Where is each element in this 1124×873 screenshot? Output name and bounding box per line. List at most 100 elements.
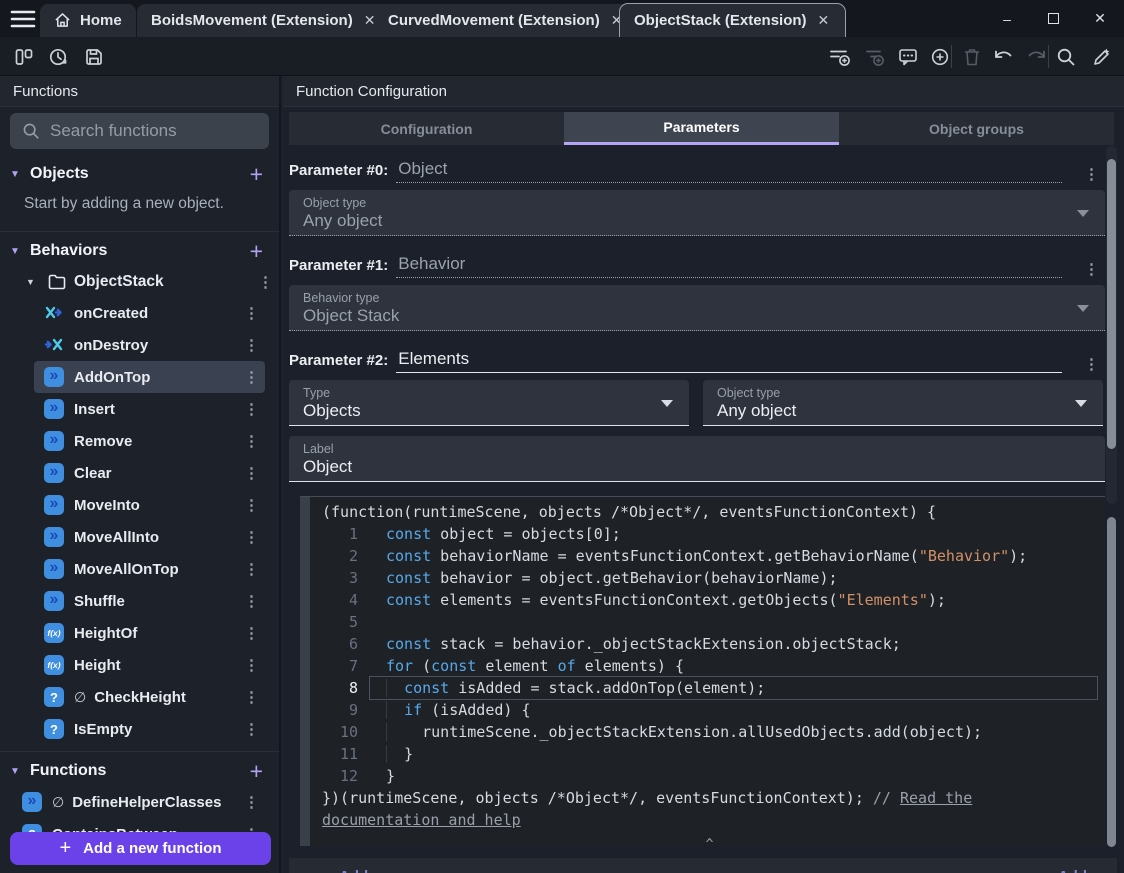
window-minimize-button[interactable]: –: [985, 0, 1029, 37]
collapse-chevron-icon[interactable]: ▼: [10, 169, 30, 180]
item-menu-icon[interactable]: ⋮: [238, 560, 265, 578]
tab-home[interactable]: Home: [40, 4, 136, 37]
main-menu-icon[interactable]: [10, 8, 38, 30]
item-menu-icon[interactable]: ⋮: [238, 336, 265, 354]
add-object-icon[interactable]: +: [246, 163, 267, 186]
tab-configuration[interactable]: Configuration: [289, 112, 564, 145]
add-function-icon[interactable]: +: [246, 760, 267, 783]
item-menu-icon[interactable]: ⋮: [238, 368, 265, 386]
field-label: Label: [303, 442, 334, 456]
code-line-12[interactable]: 12}: [322, 765, 1097, 787]
read-documentation-link[interactable]: documentation and help: [322, 811, 521, 829]
field-type[interactable]: Type Objects: [289, 380, 689, 426]
add-comment-icon[interactable]: [896, 46, 920, 68]
close-tab-icon[interactable]: ✕: [816, 12, 832, 29]
parameter-name-field[interactable]: Elements: [396, 349, 1062, 373]
scrollbar-thumb[interactable]: [1107, 159, 1116, 449]
window-maximize-button[interactable]: [1031, 0, 1075, 37]
code-line-7[interactable]: 7 for (const element of elements) {: [322, 655, 1097, 677]
code-line-9[interactable]: 9 if (isAdded) {: [322, 699, 1097, 721]
extension-edit-icon[interactable]: [1090, 46, 1114, 68]
tab-objectstack[interactable]: ObjectStack (Extension) ✕: [618, 3, 847, 38]
item-menu-icon[interactable]: ⋮: [238, 720, 265, 738]
item-menu-icon[interactable]: ⋮: [252, 273, 279, 291]
titlebar: Home BoidsMovement (Extension) ✕ CurvedM…: [0, 0, 1124, 38]
item-menu-icon[interactable]: ⋮: [238, 464, 265, 482]
sidebar-item-MoveAllOnTop[interactable]: » MoveAllOnTop ⋮: [34, 553, 265, 585]
collapse-chevron-icon[interactable]: ▼: [10, 766, 30, 777]
sidebar-item-onDestroy[interactable]: onDestroy ⋮: [34, 329, 265, 361]
read-documentation-link[interactable]: Read the: [900, 789, 972, 807]
field-label[interactable]: Label Object: [289, 436, 1105, 482]
open-panels-icon[interactable]: [12, 46, 36, 68]
sidebar-item-Height[interactable]: f(x) Height ⋮: [34, 649, 265, 681]
javascript-code-editor[interactable]: (function(runtimeScene, objects /*Object…: [300, 496, 1105, 852]
field-behavior-type: Behavior type Object Stack: [289, 285, 1105, 331]
behavior-group-objectstack[interactable]: ▼ ObjectStack ⋮: [0, 266, 279, 297]
action-icon: »: [44, 463, 64, 483]
parameter-name-field[interactable]: Object: [396, 159, 1062, 183]
collapse-chevron-icon[interactable]: ▼: [10, 246, 30, 257]
code-line-4[interactable]: 4 const elements = eventsFunctionContext.…: [322, 589, 1097, 611]
window-close-button[interactable]: ✕: [1078, 0, 1122, 37]
item-menu-icon[interactable]: ⋮: [238, 496, 265, 514]
line-number: 1: [348, 525, 358, 543]
sidebar-item-MoveInto[interactable]: » MoveInto ⋮: [34, 489, 265, 521]
code-line-8[interactable]: 8 const isAdded = stack.addOnTop(element…: [322, 677, 1097, 699]
code-line-3[interactable]: 3 const behavior = object.getBehavior(beh…: [322, 567, 1097, 589]
search-icon[interactable]: [1054, 46, 1078, 68]
add-other-icon[interactable]: [928, 46, 952, 68]
parameter-menu-icon[interactable]: ⋮: [1078, 165, 1105, 183]
sidebar-item-onCreated[interactable]: onCreated ⋮: [34, 297, 265, 329]
sidebar-item-HeightOf[interactable]: f(x) HeightOf ⋮: [34, 617, 265, 649]
sidebar-item-CheckHeight[interactable]: ? ∅ CheckHeight ⋮: [34, 681, 265, 713]
code-line-2[interactable]: 2 const behaviorName = eventsFunctionCont…: [322, 545, 1097, 567]
add-event-icon[interactable]: [828, 46, 852, 68]
item-menu-icon[interactable]: ⋮: [238, 592, 265, 610]
item-menu-icon[interactable]: ⋮: [238, 432, 265, 450]
save-icon[interactable]: [82, 46, 106, 68]
item-menu-icon[interactable]: ⋮: [238, 688, 265, 706]
action-icon: »: [44, 367, 64, 387]
code-line-6[interactable]: 6 const stack = behavior._objectStackExte…: [322, 633, 1097, 655]
sidebar-item-Shuffle[interactable]: » Shuffle ⋮: [34, 585, 265, 617]
item-menu-icon[interactable]: ⋮: [238, 528, 265, 546]
sidebar-item-Remove[interactable]: » Remove ⋮: [34, 425, 265, 457]
code-line-11[interactable]: 11 }: [322, 743, 1097, 765]
sidebar-item-MoveAllInto[interactable]: » MoveAllInto ⋮: [34, 521, 265, 553]
scrollbar-thumb[interactable]: [1107, 517, 1116, 847]
tab-parameters[interactable]: Parameters: [564, 112, 839, 145]
tab-object-groups[interactable]: Object groups: [839, 112, 1114, 145]
sidebar-item-Insert[interactable]: » Insert ⋮: [34, 393, 265, 425]
sidebar-item-AddOnTop[interactable]: » AddOnTop ⋮: [34, 361, 265, 393]
item-menu-icon[interactable]: ⋮: [238, 656, 265, 674]
parameters-scrollbar[interactable]: [1106, 146, 1117, 504]
history-icon[interactable]: [46, 46, 70, 68]
item-menu-icon[interactable]: ⋮: [238, 400, 265, 418]
sidebar-item-Clear[interactable]: » Clear ⋮: [34, 457, 265, 489]
editor-scrollbar[interactable]: [1106, 514, 1117, 851]
code-line-10[interactable]: 10 runtimeScene._objectStackExtension.al…: [322, 721, 1097, 743]
field-object-type[interactable]: Object type Any object: [703, 380, 1103, 426]
sidebar-item-IsEmpty[interactable]: ? IsEmpty ⋮: [34, 713, 265, 745]
code-line-1[interactable]: 1 const object = objects[0];: [322, 523, 1097, 545]
code-lines[interactable]: 1 const object = objects[0]; 2 const behavi…: [322, 523, 1097, 787]
parameter-menu-icon[interactable]: ⋮: [1078, 355, 1105, 373]
parameter-name-field[interactable]: Behavior: [396, 254, 1062, 278]
add-behavior-icon[interactable]: +: [246, 240, 267, 263]
tab-curvedmovement[interactable]: CurvedMovement (Extension) ✕: [374, 4, 639, 37]
code-line-5[interactable]: 5: [322, 611, 1097, 633]
collapse-chevron-icon[interactable]: ▼: [26, 277, 40, 287]
field-label: Type: [303, 386, 331, 400]
line-number: 8: [348, 679, 358, 697]
tab-boidsmovement[interactable]: BoidsMovement (Extension) ✕: [137, 4, 392, 37]
editor-resize-handle[interactable]: ^: [322, 837, 1097, 852]
sidebar-item-DefineHelperClasses[interactable]: » ∅ DefineHelperClasses ⋮: [12, 786, 265, 818]
item-menu-icon[interactable]: ⋮: [238, 304, 265, 322]
item-menu-icon[interactable]: ⋮: [238, 793, 265, 811]
parameter-menu-icon[interactable]: ⋮: [1078, 260, 1105, 278]
search-functions-input[interactable]: Search functions: [10, 113, 269, 149]
undo-icon[interactable]: [992, 46, 1016, 68]
item-menu-icon[interactable]: ⋮: [238, 624, 265, 642]
add-new-function-button[interactable]: + Add a new function: [10, 832, 271, 865]
